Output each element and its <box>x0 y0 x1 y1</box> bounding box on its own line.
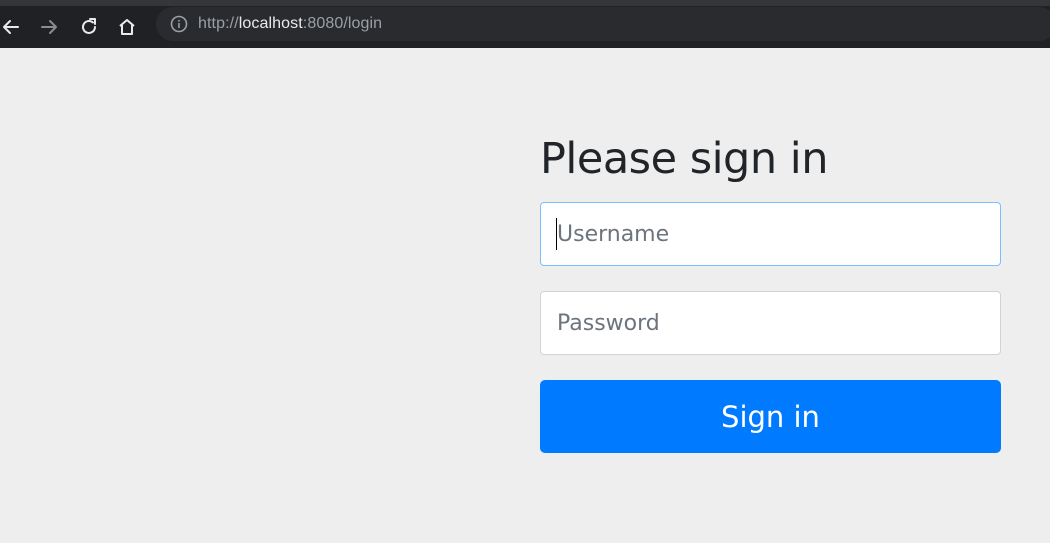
url-host: localhost <box>238 15 303 32</box>
text-caret <box>556 218 557 250</box>
back-button[interactable] <box>0 12 26 42</box>
home-icon <box>119 19 135 35</box>
reload-button[interactable] <box>74 12 104 42</box>
url-rest: :8080/login <box>302 15 383 32</box>
url-text: http://localhost:8080/login <box>198 15 382 33</box>
browser-toolbar: http://localhost:8080/login <box>0 0 1050 48</box>
page-title: Please sign in <box>540 134 828 184</box>
arrow-left-icon <box>3 20 19 34</box>
forward-button[interactable] <box>34 12 64 42</box>
url-prefix: http:// <box>198 15 239 32</box>
address-bar[interactable]: http://localhost:8080/login <box>156 7 1050 41</box>
password-field[interactable] <box>540 291 1001 355</box>
page-content: Please sign in Sign in <box>0 48 1050 543</box>
sign-in-button[interactable]: Sign in <box>540 380 1001 453</box>
reload-icon <box>82 18 96 34</box>
username-field[interactable] <box>540 202 1001 266</box>
home-button[interactable] <box>112 12 142 42</box>
info-icon[interactable] <box>170 15 188 33</box>
arrow-right-icon <box>41 20 57 34</box>
